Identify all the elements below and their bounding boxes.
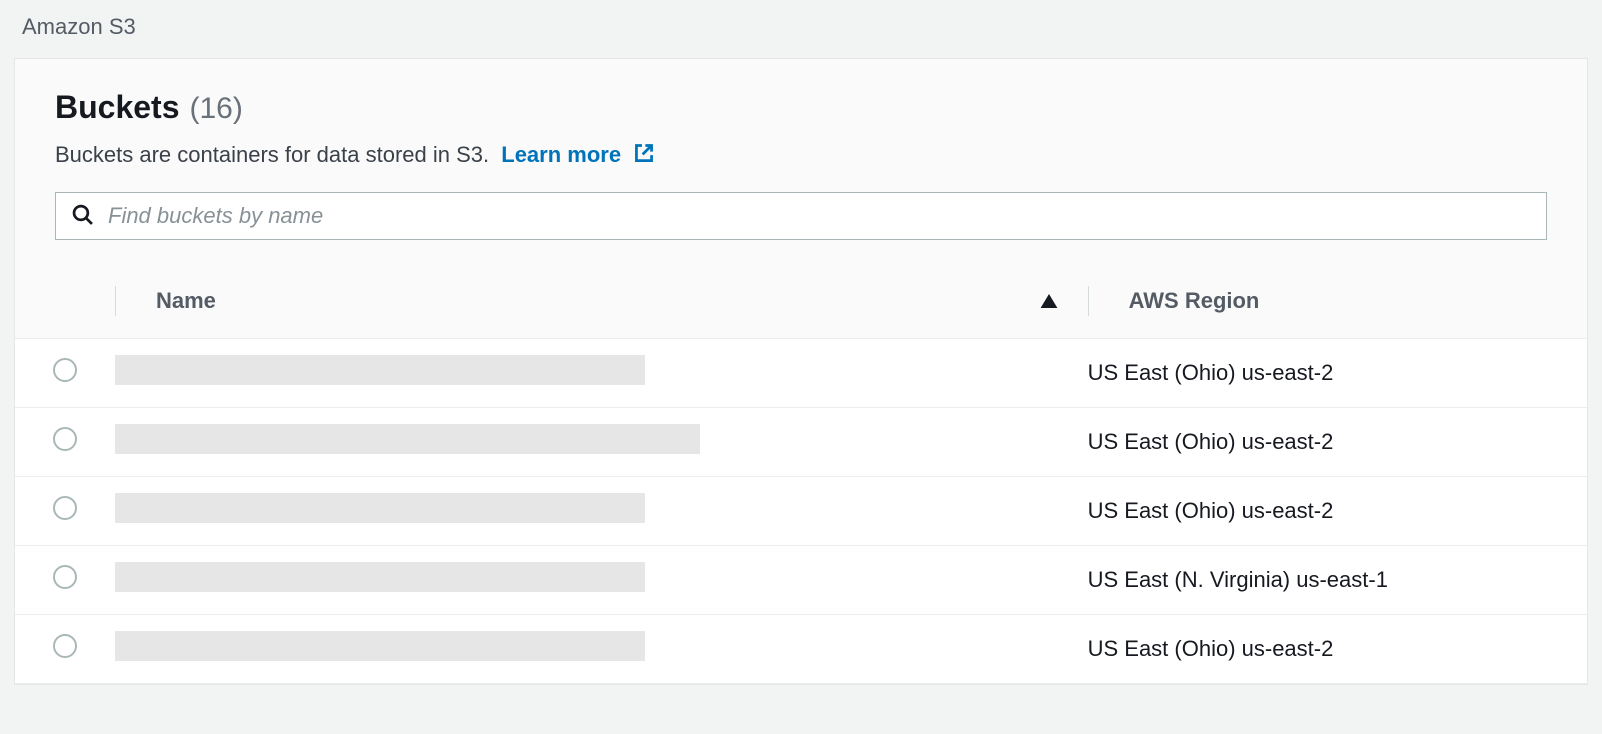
- row-select-radio[interactable]: [53, 565, 77, 589]
- table-row: US East (Ohio) us-east-2: [15, 339, 1587, 408]
- row-select-cell: [15, 615, 115, 684]
- table-row: US East (N. Virginia) us-east-1: [15, 546, 1587, 615]
- table-row: US East (Ohio) us-east-2: [15, 615, 1587, 684]
- bucket-name-redacted: [115, 355, 645, 385]
- description-text: Buckets are containers for data stored i…: [55, 142, 489, 167]
- bucket-region-cell: US East (Ohio) us-east-2: [1088, 339, 1587, 408]
- sort-asc-icon: [1040, 288, 1058, 314]
- page-description: Buckets are containers for data stored i…: [55, 142, 1547, 170]
- row-select-radio[interactable]: [53, 358, 77, 382]
- bucket-name-cell[interactable]: [115, 546, 1088, 615]
- bucket-region-cell: US East (N. Virginia) us-east-1: [1088, 546, 1587, 615]
- page-title: Buckets: [55, 89, 180, 126]
- row-select-cell: [15, 408, 115, 477]
- column-region-label: AWS Region: [1129, 288, 1260, 314]
- title-row: Buckets (16): [55, 89, 1547, 126]
- search-field[interactable]: [55, 192, 1547, 240]
- column-region[interactable]: AWS Region: [1088, 264, 1587, 339]
- bucket-name-cell[interactable]: [115, 477, 1088, 546]
- panel-header: Buckets (16) Buckets are containers for …: [15, 59, 1587, 192]
- bucket-region-cell: US East (Ohio) us-east-2: [1088, 477, 1587, 546]
- breadcrumb[interactable]: Amazon S3: [0, 0, 1602, 58]
- bucket-name-cell[interactable]: [115, 615, 1088, 684]
- bucket-name-redacted: [115, 562, 645, 592]
- column-select: [15, 264, 115, 339]
- column-name-label: Name: [156, 288, 216, 314]
- row-select-cell: [15, 546, 115, 615]
- table-row: US East (Ohio) us-east-2: [15, 477, 1587, 546]
- search-container: [15, 192, 1587, 264]
- search-icon: [72, 204, 94, 229]
- external-link-icon: [633, 142, 655, 170]
- row-select-radio[interactable]: [53, 496, 77, 520]
- row-select-radio[interactable]: [53, 634, 77, 658]
- learn-more-link[interactable]: Learn more: [501, 142, 655, 167]
- column-name[interactable]: Name: [115, 264, 1088, 339]
- learn-more-label: Learn more: [501, 142, 621, 167]
- bucket-name-redacted: [115, 424, 700, 454]
- row-select-radio[interactable]: [53, 427, 77, 451]
- bucket-name-redacted: [115, 631, 645, 661]
- buckets-table: Name AWS Region US East (Ohio) us-east-2…: [15, 264, 1587, 684]
- bucket-name-cell[interactable]: [115, 408, 1088, 477]
- row-select-cell: [15, 339, 115, 408]
- buckets-panel: Buckets (16) Buckets are containers for …: [14, 58, 1588, 685]
- table-row: US East (Ohio) us-east-2: [15, 408, 1587, 477]
- bucket-region-cell: US East (Ohio) us-east-2: [1088, 408, 1587, 477]
- search-input[interactable]: [108, 203, 1530, 229]
- bucket-region-cell: US East (Ohio) us-east-2: [1088, 615, 1587, 684]
- bucket-name-cell[interactable]: [115, 339, 1088, 408]
- row-select-cell: [15, 477, 115, 546]
- bucket-name-redacted: [115, 493, 645, 523]
- bucket-count: (16): [190, 92, 243, 126]
